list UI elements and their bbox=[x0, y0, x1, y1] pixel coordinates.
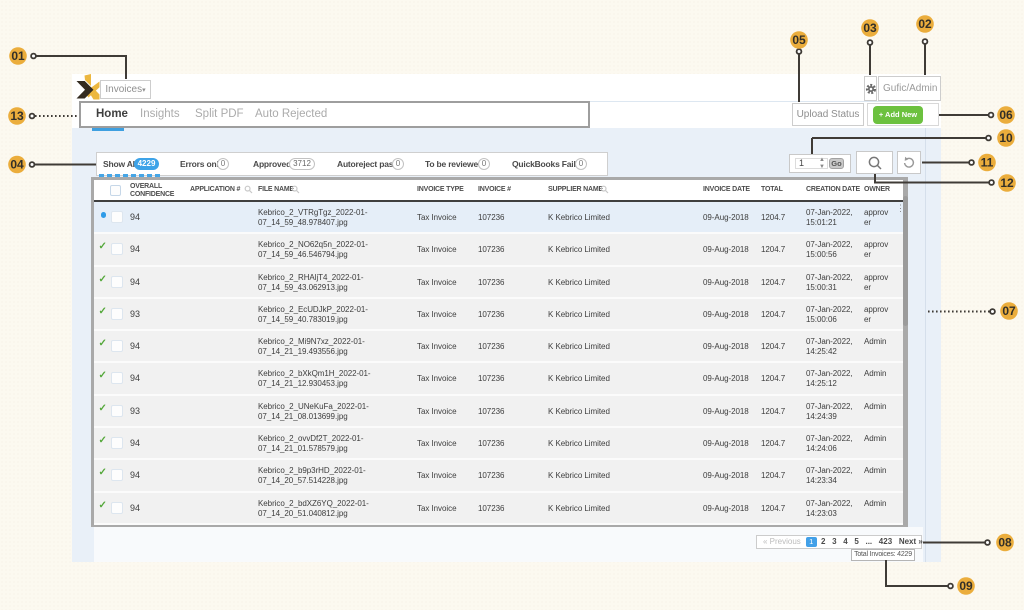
svg-text:02: 02 bbox=[918, 17, 932, 31]
svg-text:05: 05 bbox=[792, 33, 806, 47]
svg-text:06: 06 bbox=[999, 108, 1013, 122]
svg-text:07: 07 bbox=[1002, 304, 1016, 318]
svg-text:12: 12 bbox=[1000, 176, 1014, 190]
svg-text:04: 04 bbox=[10, 158, 24, 172]
svg-text:08: 08 bbox=[998, 536, 1012, 550]
svg-text:10: 10 bbox=[999, 131, 1013, 145]
svg-text:11: 11 bbox=[981, 156, 994, 170]
svg-text:09: 09 bbox=[959, 579, 973, 593]
svg-text:13: 13 bbox=[10, 109, 24, 123]
svg-text:01: 01 bbox=[11, 49, 25, 63]
svg-text:03: 03 bbox=[863, 21, 877, 35]
